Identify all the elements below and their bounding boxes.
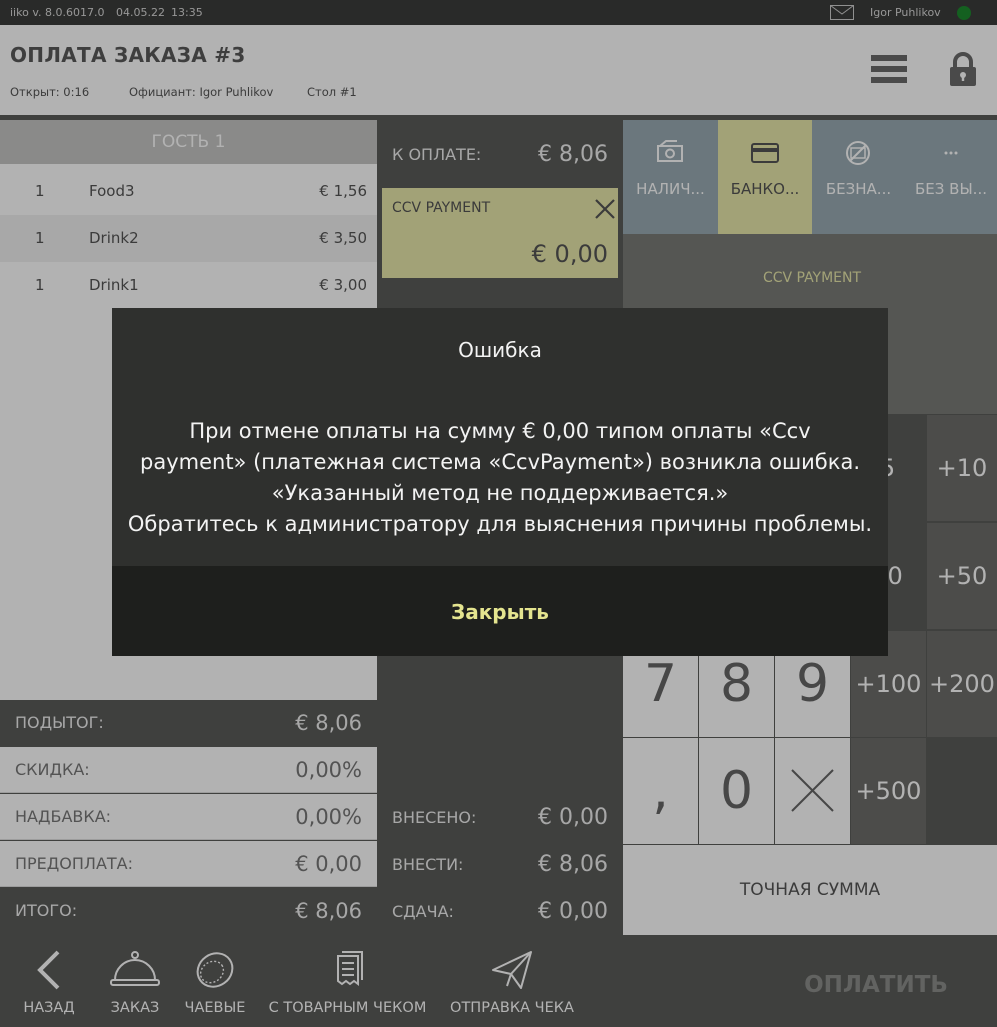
- dialog-message-line: Обратитесь к администратору для выяснени…: [127, 512, 873, 536]
- dialog-footer: Закрыть: [112, 566, 888, 656]
- dialog-title: Ошибка: [458, 338, 542, 362]
- dialog-message-line: «Указанный метод не поддерживается.»: [271, 481, 729, 505]
- error-dialog: Ошибка При отмене оплаты на сумму € 0,00…: [112, 308, 888, 656]
- dialog-message-line: При отмене оплаты на сумму € 0,00 типом …: [189, 419, 811, 443]
- dialog-message-line: payment» (платежная система «CcvPayment»…: [140, 450, 860, 474]
- close-dialog-button[interactable]: Закрыть: [112, 566, 888, 656]
- dialog-message: При отмене оплаты на сумму € 0,00 типом …: [122, 416, 878, 540]
